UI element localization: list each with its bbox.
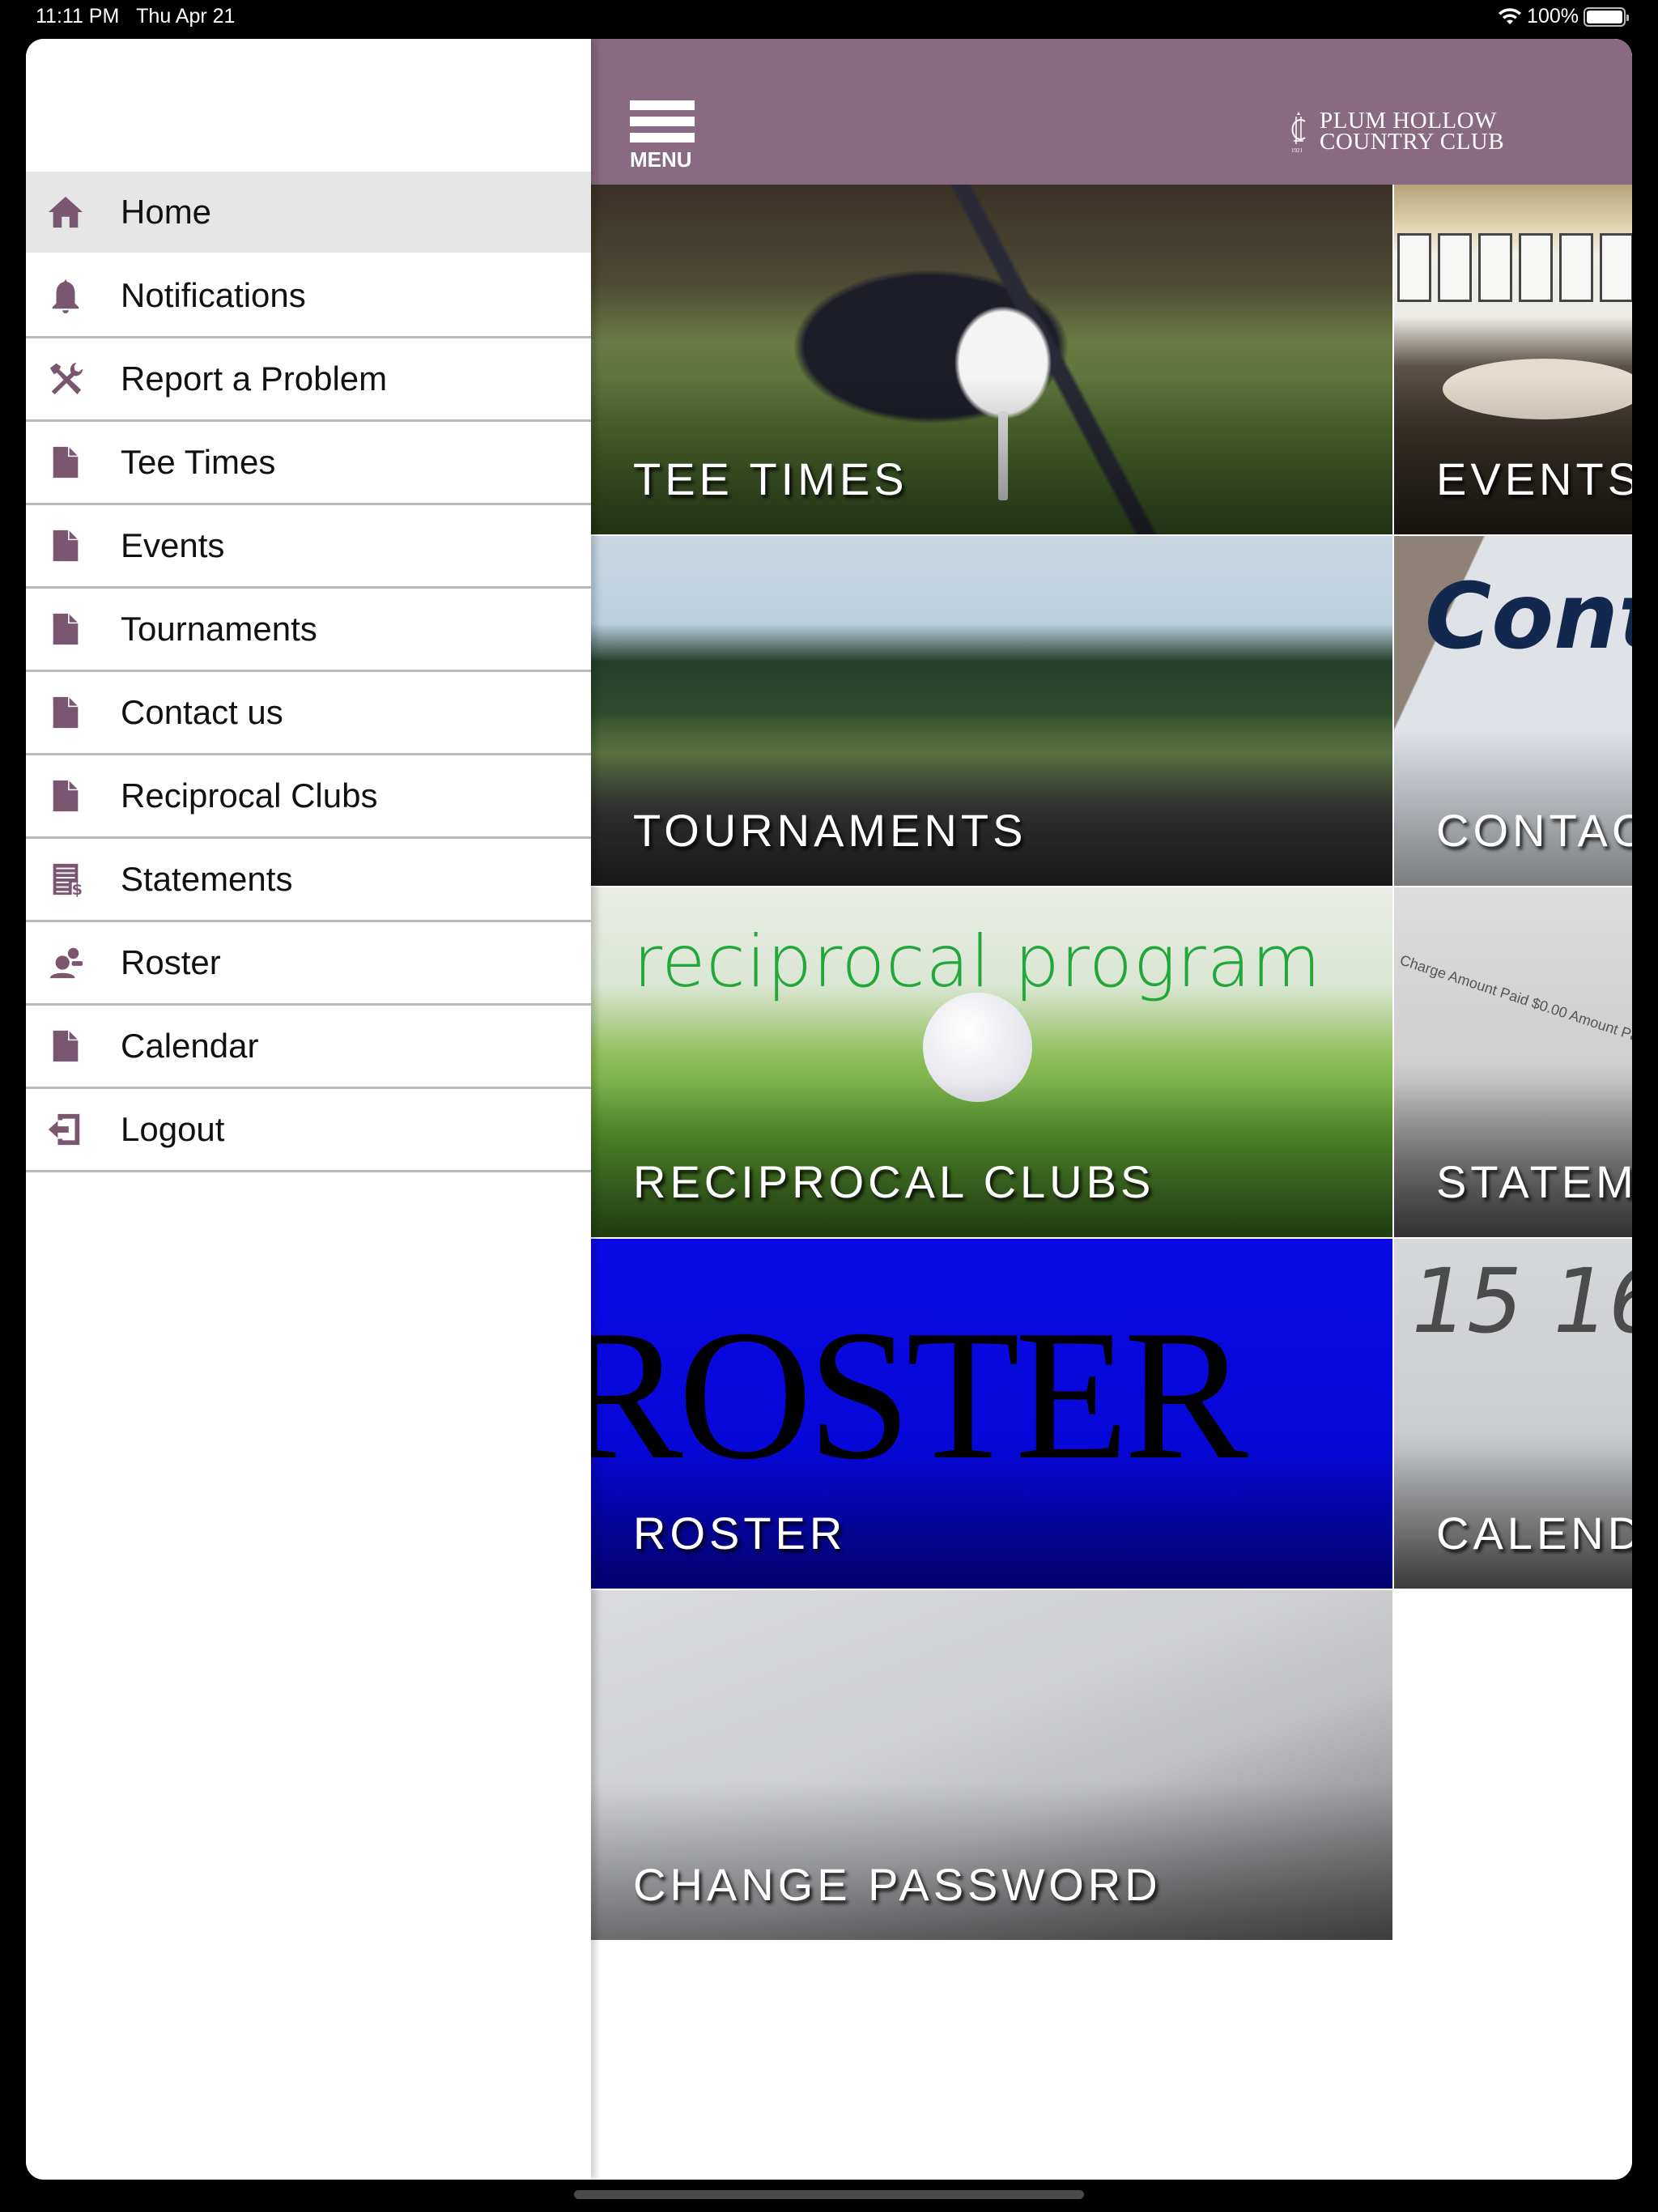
tile-label: CALENDAR [1436, 1508, 1632, 1559]
hamburger-icon [630, 100, 696, 143]
tile-roster[interactable]: ROSTER ROSTER [591, 1239, 1392, 1589]
sidebar-menu: Home Notifications Report a Problem Tee … [26, 39, 591, 2180]
sidebar-item-label: Report a Problem [121, 359, 388, 398]
tile-change-password[interactable]: CHANGE PASSWORD [591, 1590, 1392, 1940]
roster-image-text: ROSTER [591, 1291, 1248, 1498]
sidebar-item-label: Contact us [121, 693, 283, 731]
document-icon [45, 776, 86, 816]
logo-line-2: COUNTRY CLUB [1320, 129, 1505, 155]
status-bar: 11:11 PM Thu Apr 21 100% [0, 0, 1658, 36]
sidebar-item-tournaments[interactable]: Tournaments [26, 589, 591, 672]
tile-contact-us[interactable]: Conta CONTACT US [1394, 536, 1632, 886]
sidebar-item-events[interactable]: Events [26, 505, 591, 589]
sidebar-item-label: Statements [121, 860, 293, 898]
bell-icon [45, 275, 86, 316]
sidebar-item-reciprocal-clubs[interactable]: Reciprocal Clubs [26, 755, 591, 839]
club-logo: 1921 PLUM HOLLOW COUNTRY CLUB [1284, 108, 1505, 155]
sidebar-item-home[interactable]: Home [26, 172, 591, 255]
crest-icon: 1921 [1291, 112, 1306, 154]
logout-icon [45, 1109, 86, 1150]
home-icon [45, 192, 86, 232]
tile-label: CONTACT US [1436, 805, 1632, 856]
battery-icon [1584, 6, 1629, 27]
svg-text:$: $ [72, 880, 83, 898]
sidebar-item-notifications[interactable]: Notifications [26, 255, 591, 338]
document-icon [45, 442, 86, 483]
sidebar-item-statements[interactable]: $ Statements [26, 839, 591, 922]
app-window: Home Notifications Report a Problem Tee … [26, 39, 1632, 2180]
tile-tee-times[interactable]: TEE TIMES [591, 185, 1392, 534]
document-icon [45, 1026, 86, 1066]
sidebar-item-tee-times[interactable]: Tee Times [26, 422, 591, 505]
home-indicator[interactable] [574, 2190, 1084, 2199]
tile-label: CHANGE PASSWORD [633, 1859, 1162, 1910]
main-content: MENU 1921 PLUM HOLLOW COUNTRY CLUB TEE T… [591, 39, 1632, 2180]
document-icon [45, 525, 86, 566]
sidebar-item-report-a-problem[interactable]: Report a Problem [26, 338, 591, 422]
sidebar-item-label: Notifications [121, 276, 306, 314]
tile-label: TEE TIMES [633, 453, 908, 504]
reciprocal-image-text: reciprocal program [633, 920, 1322, 1003]
svg-text:1921: 1921 [1291, 147, 1303, 154]
contact-image-text: Conta [1425, 564, 1632, 670]
document-icon [45, 609, 86, 649]
app-header: MENU 1921 PLUM HOLLOW COUNTRY CLUB [591, 39, 1632, 185]
people-icon [45, 942, 86, 983]
events-image-windows [1394, 233, 1632, 302]
menu-label: MENU [630, 147, 692, 172]
sidebar-item-label: Events [121, 526, 225, 564]
tile-label: TOURNAMENTS [633, 805, 1027, 856]
document-icon [45, 692, 86, 733]
tile-tournaments[interactable]: TOURNAMENTS [591, 536, 1392, 886]
tile-label: ROSTER [633, 1508, 847, 1559]
status-indicators: 100% [1498, 5, 1629, 28]
battery-percent: 100% [1527, 5, 1579, 28]
tools-icon [45, 359, 86, 399]
tile-events[interactable]: EVENTS [1394, 185, 1632, 534]
time-text: 11:11 PM [36, 5, 120, 28]
tile-label: STATEMENTS [1436, 1156, 1632, 1207]
sidebar-item-label: Tee Times [121, 443, 276, 481]
sidebar-item-logout[interactable]: Logout [26, 1089, 591, 1172]
tile-label: RECIPROCAL CLUBS [633, 1156, 1155, 1207]
date-text: Thu Apr 21 [136, 5, 236, 28]
sidebar-nav: Home Notifications Report a Problem Tee … [26, 172, 591, 1172]
tile-calendar[interactable]: 15 16 22 23 24 CALENDAR [1394, 1239, 1632, 1589]
sidebar-item-calendar[interactable]: Calendar [26, 1006, 591, 1089]
logo-text: PLUM HOLLOW COUNTRY CLUB [1320, 109, 1505, 155]
sidebar-item-roster[interactable]: Roster [26, 922, 591, 1006]
tile-statements[interactable]: Charge Amount Paid $0.00 Amount Paid STA… [1394, 887, 1632, 1237]
sidebar-item-contact-us[interactable]: Contact us [26, 672, 591, 755]
statement-icon: $ [45, 859, 86, 900]
calendar-image-text: 15 16 22 23 24 [1401, 1249, 1632, 1353]
sidebar-item-label: Roster [121, 943, 221, 981]
tile-label: EVENTS [1436, 453, 1632, 504]
sidebar-item-label: Calendar [121, 1027, 259, 1065]
sidebar-item-label: Reciprocal Clubs [121, 776, 378, 815]
sidebar-item-label: Home [121, 193, 212, 231]
sidebar-item-label: Tournaments [121, 610, 317, 648]
status-time: 11:11 PM Thu Apr 21 [36, 5, 235, 28]
sidebar-item-label: Logout [121, 1110, 225, 1148]
wifi-icon [1499, 7, 1522, 24]
menu-button[interactable]: MENU [630, 100, 696, 173]
tile-reciprocal-clubs[interactable]: reciprocal program RECIPROCAL CLUBS [591, 887, 1392, 1237]
